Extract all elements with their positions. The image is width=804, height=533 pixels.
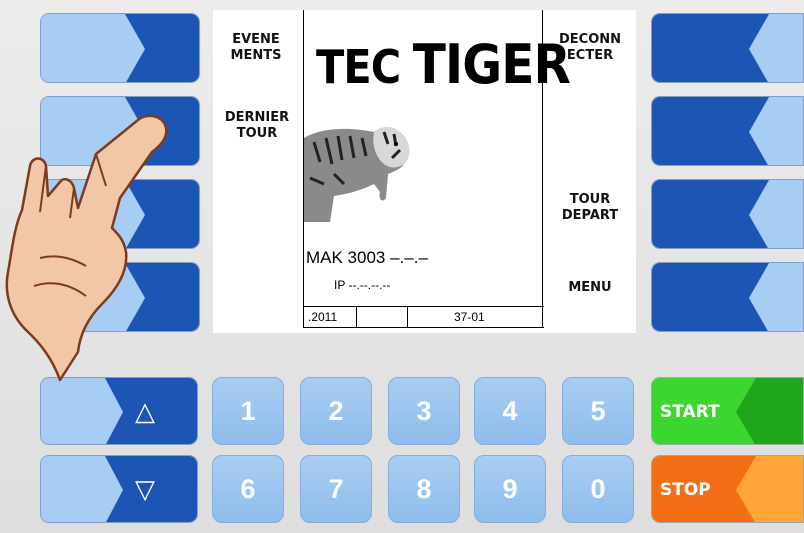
key-2[interactable]: 2 — [300, 377, 372, 445]
key-5[interactable]: 5 — [562, 377, 634, 445]
key-3[interactable]: 3 — [388, 377, 460, 445]
footer-date: .2011 — [308, 310, 338, 324]
key-7[interactable]: 7 — [300, 455, 372, 523]
device-status: MAK 3003 –.–.– — [306, 248, 428, 267]
down-arrow-icon: ▽ — [135, 474, 155, 504]
key-9[interactable]: 9 — [474, 455, 546, 523]
key-4[interactable]: 4 — [474, 377, 546, 445]
stop-label: STOP — [660, 480, 711, 500]
key-1[interactable]: 1 — [212, 377, 284, 445]
left-softkey-1[interactable] — [40, 13, 200, 83]
stop-button[interactable]: STOP — [651, 455, 804, 523]
display-screen: EVENE MENTS DERNIER TOUR DECONN ECTER TO… — [213, 10, 636, 333]
label-last-tour: DERNIER TOUR — [224, 110, 290, 141]
footer-divider — [356, 307, 357, 327]
brand-part2: TIGER — [412, 33, 571, 96]
right-softkey-2[interactable] — [651, 96, 804, 166]
pointing-hand-icon — [5, 114, 168, 382]
brand-logo: TEC TIGER — [316, 33, 571, 96]
start-button[interactable]: START — [651, 377, 804, 445]
device-panel: EVENE MENTS DERNIER TOUR DECONN ECTER TO… — [0, 0, 804, 533]
nav-down-button[interactable]: ▽ — [40, 455, 198, 523]
right-softkey-3[interactable] — [651, 179, 804, 249]
label-events: EVENE MENTS — [230, 32, 282, 63]
ip-address: IP --.--.--.-- — [334, 278, 391, 292]
up-arrow-icon: △ — [135, 396, 155, 426]
right-softkey-4[interactable] — [651, 262, 804, 332]
right-softkey-1[interactable] — [651, 13, 804, 83]
screen-footer: .2011 37-01 — [304, 306, 544, 328]
nav-up-button[interactable]: △ — [40, 377, 198, 445]
center-panel: TEC TIGER MAK 3003 –.–.– IP --.--.--.-- .… — [303, 10, 571, 328]
tiger-image — [304, 127, 410, 222]
label-menu: MENU — [568, 280, 612, 295]
footer-divider — [407, 307, 408, 327]
key-0[interactable]: 0 — [562, 455, 634, 523]
footer-code: 37-01 — [454, 310, 485, 324]
label-tour-start: TOUR DEPART — [561, 192, 619, 223]
key-6[interactable]: 6 — [212, 455, 284, 523]
start-label: START — [660, 402, 720, 422]
key-8[interactable]: 8 — [388, 455, 460, 523]
brand-part1: TEC — [316, 40, 401, 94]
